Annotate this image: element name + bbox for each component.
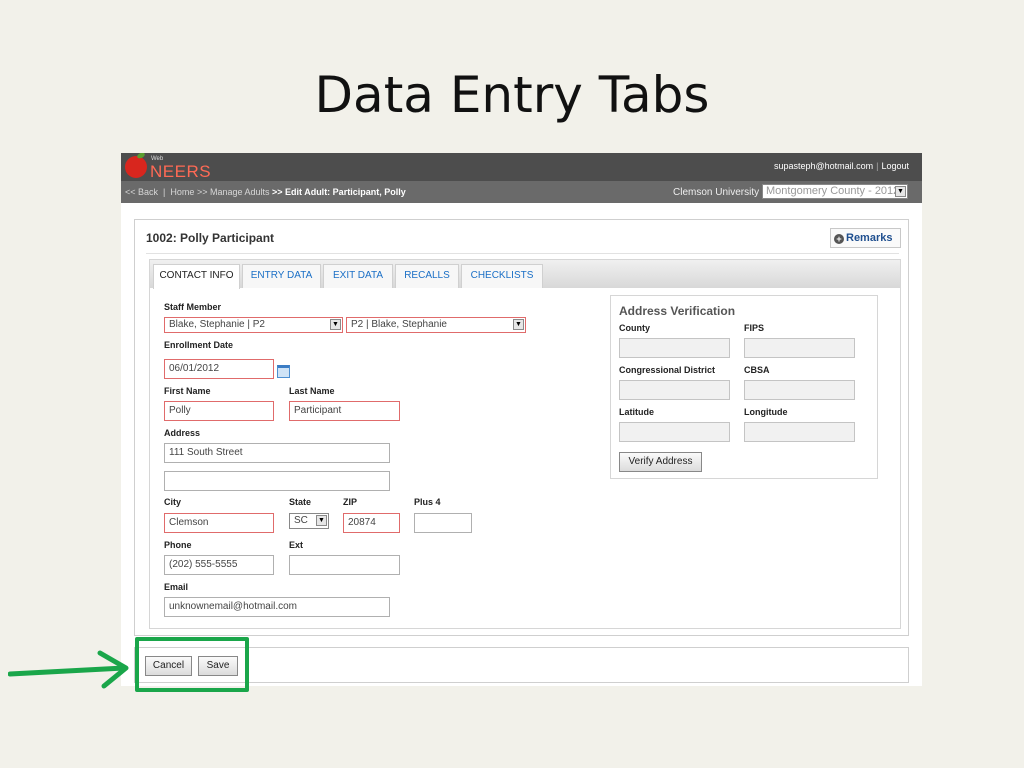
- highlight-box: [135, 637, 249, 692]
- county-label: County: [619, 323, 650, 333]
- chevron-down-icon[interactable]: ▼: [316, 515, 327, 526]
- breadcrumb: << Back | Home >> Manage Adults >> Edit …: [125, 187, 406, 197]
- manage-adults-link[interactable]: >> Manage Adults: [197, 187, 270, 197]
- address-line1-input[interactable]: 111 South Street: [164, 443, 390, 463]
- chevron-down-icon[interactable]: ▼: [330, 319, 341, 330]
- slide-title: Data Entry Tabs: [314, 66, 710, 124]
- tab-strip: CONTACT INFO ENTRY DATA EXIT DATA RECALL…: [150, 260, 900, 289]
- zip-input[interactable]: 20874: [343, 513, 400, 533]
- verify-address-button[interactable]: Verify Address: [619, 452, 702, 472]
- cbsa-label: CBSA: [744, 365, 770, 375]
- address-line2-input[interactable]: [164, 471, 390, 491]
- current-page-crumb: >> Edit Adult: Participant, Polly: [272, 187, 406, 197]
- fips-field: [744, 338, 855, 358]
- county-select-value: Montgomery County - 2012: [766, 185, 900, 197]
- tab-checklists[interactable]: CHECKLISTS: [461, 264, 543, 288]
- county-field: [619, 338, 730, 358]
- longitude-label: Longitude: [744, 407, 788, 417]
- county-select[interactable]: Montgomery County - 2012 ▼: [762, 184, 908, 199]
- address-label: Address: [164, 428, 201, 438]
- latitude-field: [619, 422, 730, 442]
- remarks-label: Remarks: [846, 232, 893, 244]
- phone-input[interactable]: (202) 555-5555: [164, 555, 274, 575]
- plus-circle-icon: +: [834, 234, 844, 244]
- staff-member-code-value: P2 | Blake, Stephanie: [351, 319, 447, 330]
- user-area: supasteph@hotmail.com | Logout: [774, 161, 909, 171]
- tab-exit-data[interactable]: EXIT DATA: [323, 264, 393, 288]
- city-label: City: [164, 497, 182, 507]
- cbsa-field: [744, 380, 855, 400]
- staff-member-value: Blake, Stephanie | P2: [169, 319, 265, 330]
- plus4-input[interactable]: [414, 513, 472, 533]
- home-link[interactable]: Home: [170, 187, 194, 197]
- address-verification-box: Address Verification County FIPS Congres…: [610, 295, 878, 479]
- staff-member-select[interactable]: Blake, Stephanie | P2 ▼: [164, 317, 343, 333]
- apple-logo-icon: [125, 156, 147, 178]
- tab-contact-info[interactable]: CONTACT INFO: [153, 264, 240, 289]
- breadcrumb-bar: << Back | Home >> Manage Adults >> Edit …: [121, 181, 922, 203]
- organization-name: Clemson University: [673, 187, 760, 198]
- pointer-arrow-icon: [8, 650, 129, 689]
- tab-recalls[interactable]: RECALLS: [395, 264, 459, 288]
- latitude-label: Latitude: [619, 407, 654, 417]
- main-content-box: 1002: Polly Participant + Remarks CONTACT…: [134, 219, 909, 636]
- title-divider: [146, 253, 899, 254]
- top-bar: Web NEERS supasteph@hotmail.com | Logout: [121, 153, 922, 181]
- state-label: State: [289, 497, 312, 507]
- chevron-down-icon[interactable]: ▼: [513, 319, 524, 330]
- action-bar: Cancel Save: [134, 647, 909, 683]
- back-link[interactable]: << Back: [125, 187, 158, 197]
- tab-entry-data[interactable]: ENTRY DATA: [242, 264, 321, 288]
- remarks-button[interactable]: + Remarks: [830, 228, 901, 248]
- ext-input[interactable]: [289, 555, 400, 575]
- enrollment-date-label: Enrollment Date: [164, 340, 234, 350]
- longitude-field: [744, 422, 855, 442]
- logo-text: NEERS: [150, 162, 212, 181]
- app-window: Web NEERS supasteph@hotmail.com | Logout <…: [121, 153, 922, 686]
- plus4-label: Plus 4: [414, 497, 441, 507]
- enrollment-date-input[interactable]: 06/01/2012: [164, 359, 274, 379]
- staff-member-label: Staff Member: [164, 302, 222, 312]
- chevron-down-icon[interactable]: ▼: [895, 186, 906, 197]
- user-email-link[interactable]: supasteph@hotmail.com: [774, 161, 873, 171]
- congressional-district-label: Congressional District: [619, 365, 716, 375]
- city-input[interactable]: Clemson: [164, 513, 274, 533]
- zip-label: ZIP: [343, 497, 358, 507]
- calendar-icon[interactable]: [277, 365, 290, 378]
- first-name-label: First Name: [164, 386, 211, 396]
- logout-link[interactable]: Logout: [881, 161, 909, 171]
- address-verification-title: Address Verification: [619, 304, 736, 318]
- state-value: SC: [294, 515, 308, 526]
- record-title: 1002: Polly Participant: [146, 231, 275, 245]
- last-name-input[interactable]: Participant: [289, 401, 400, 421]
- state-select[interactable]: SC ▼: [289, 513, 329, 529]
- ext-label: Ext: [289, 540, 304, 550]
- staff-member-code-select[interactable]: P2 | Blake, Stephanie ▼: [346, 317, 526, 333]
- email-input[interactable]: unknownemail@hotmail.com: [164, 597, 390, 617]
- user-separator: |: [876, 161, 879, 171]
- phone-label: Phone: [164, 540, 192, 550]
- email-label: Email: [164, 582, 189, 592]
- last-name-label: Last Name: [289, 386, 335, 396]
- first-name-input[interactable]: Polly: [164, 401, 274, 421]
- congressional-district-field: [619, 380, 730, 400]
- form-panel: CONTACT INFO ENTRY DATA EXIT DATA RECALL…: [149, 259, 901, 629]
- fips-label: FIPS: [744, 323, 765, 333]
- breadcrumb-separator: |: [160, 187, 168, 197]
